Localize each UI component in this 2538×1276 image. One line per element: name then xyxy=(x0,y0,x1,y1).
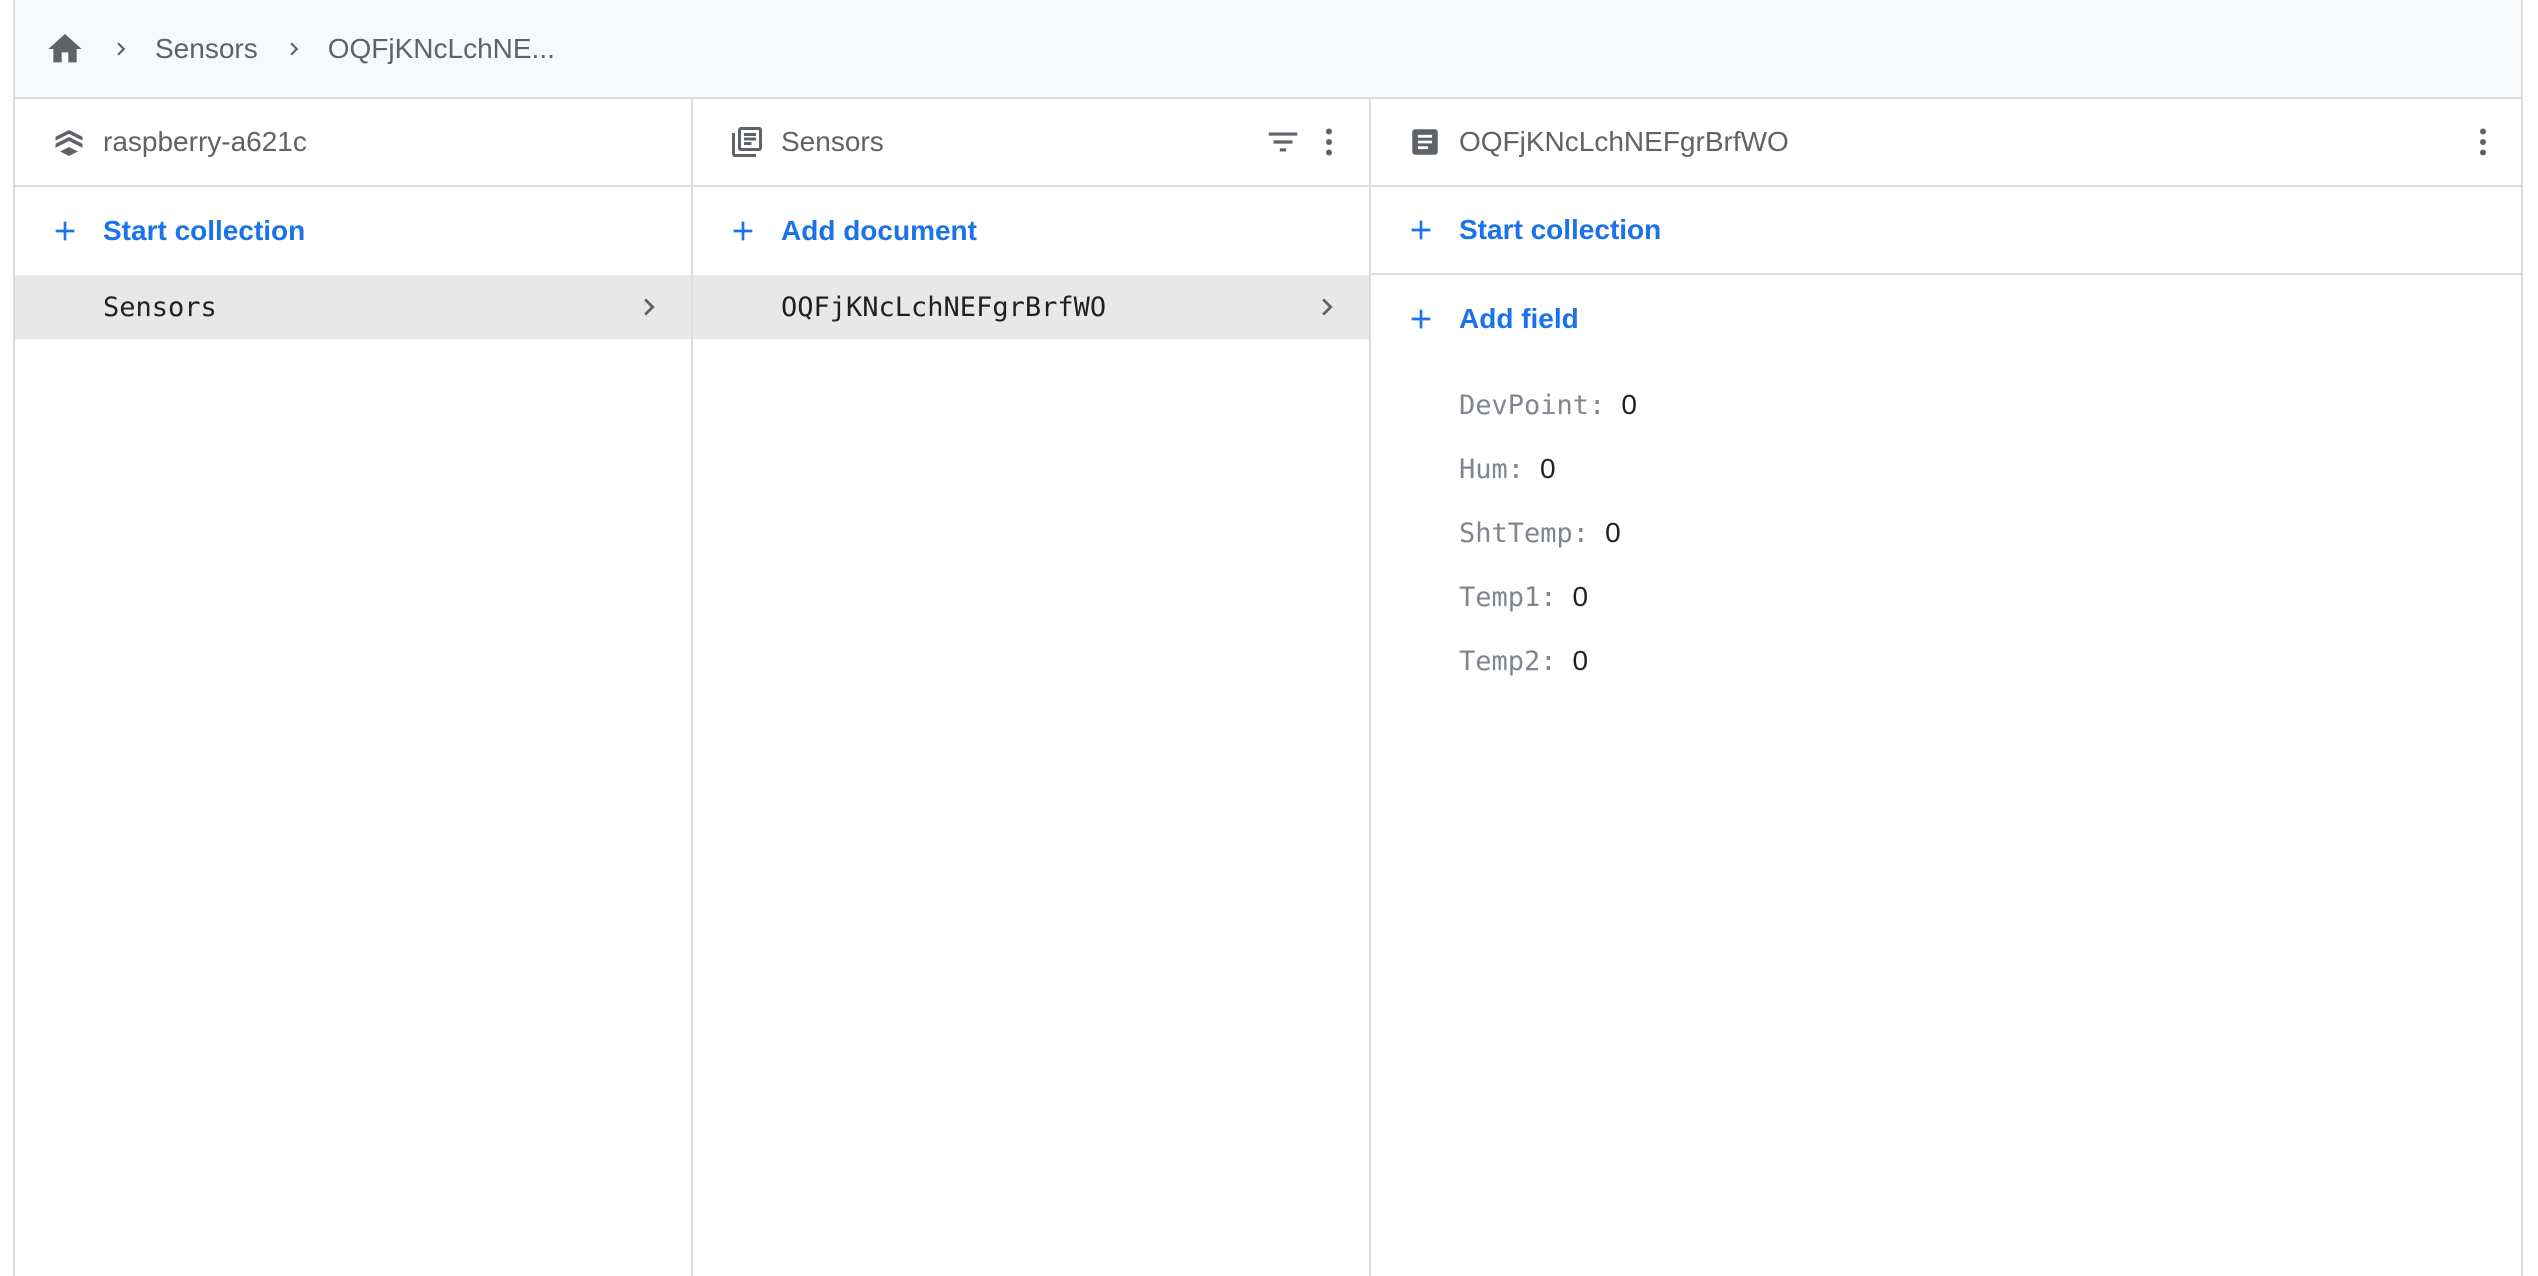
field-list: DevPoint: 0 Hum: 0 ShtTemp: 0 Temp1: 0 T… xyxy=(1371,363,2523,693)
chevron-right-icon xyxy=(629,287,669,327)
field-colon: : xyxy=(1507,453,1525,485)
list-item-document[interactable]: OQFjKNcLchNEFgrBrfWO xyxy=(693,275,1369,339)
add-field-button[interactable]: Add field xyxy=(1371,275,2523,363)
add-document-button[interactable]: Add document xyxy=(693,187,1369,275)
field-row-hum[interactable]: Hum: 0 xyxy=(1459,437,2523,501)
collection-column-header: Sensors xyxy=(693,99,1369,187)
field-colon: : xyxy=(1572,517,1590,549)
start-collection-button[interactable]: Start collection xyxy=(1371,187,2523,275)
field-value: 0 xyxy=(1540,453,1556,484)
more-vert-icon[interactable] xyxy=(2463,122,2503,162)
field-row-shttemp[interactable]: ShtTemp: 0 xyxy=(1459,501,2523,565)
collection-column: Sensors Add document OQFjKNcLchNEFgrBrfW… xyxy=(693,99,1371,1276)
add-document-label: Add document xyxy=(781,215,977,246)
home-icon[interactable] xyxy=(45,29,85,69)
document-title: OQFjKNcLchNEFgrBrfWO xyxy=(1459,126,1789,157)
field-key: Temp1 xyxy=(1459,581,1541,613)
plus-icon xyxy=(45,211,85,251)
field-key: ShtTemp xyxy=(1459,517,1573,549)
field-key: Hum xyxy=(1459,453,1508,485)
field-row-temp1[interactable]: Temp1: 0 xyxy=(1459,565,2523,629)
list-item-sensors[interactable]: Sensors xyxy=(15,275,691,339)
plus-icon xyxy=(1401,299,1441,339)
breadcrumb: Sensors OQFjKNcLchNE... xyxy=(15,0,2521,99)
field-colon: : xyxy=(1540,645,1557,677)
list-item-label: Sensors xyxy=(103,291,217,323)
field-row-devpoint[interactable]: DevPoint: 0 xyxy=(1459,373,2523,437)
field-value: 0 xyxy=(1572,581,1589,612)
breadcrumb-item-document[interactable]: OQFjKNcLchNE... xyxy=(328,33,555,65)
field-row-temp2[interactable]: Temp2: 0 xyxy=(1459,629,2523,693)
chevron-right-icon xyxy=(1307,287,1347,327)
start-collection-label: Start collection xyxy=(103,215,306,246)
chevron-right-icon xyxy=(101,29,141,69)
more-vert-icon[interactable] xyxy=(1309,122,1349,162)
collection-title: Sensors xyxy=(781,126,884,157)
breadcrumb-item-sensors[interactable]: Sensors xyxy=(155,33,258,65)
document-column-header: OQFjKNcLchNEFgrBrfWO xyxy=(1371,99,2523,187)
field-colon: : xyxy=(1540,581,1557,613)
start-collection-button[interactable]: Start collection xyxy=(15,187,691,275)
field-key: DevPoint xyxy=(1459,389,1590,421)
project-title: raspberry-a621c xyxy=(103,126,307,157)
list-item-label: OQFjKNcLchNEFgrBrfWO xyxy=(781,291,1107,323)
document-column: OQFjKNcLchNEFgrBrfWO Start collection Ad… xyxy=(1371,99,2523,1276)
root-column: raspberry-a621c Start collection Sensors xyxy=(15,99,693,1276)
firestore-layers-icon xyxy=(49,122,89,162)
field-value: 0 xyxy=(1605,517,1621,548)
field-key: Temp2 xyxy=(1459,645,1541,677)
add-field-label: Add field xyxy=(1459,303,1579,334)
collection-stack-icon xyxy=(727,122,767,162)
start-collection-label: Start collection xyxy=(1459,214,1662,245)
plus-icon xyxy=(1401,210,1441,250)
root-column-header: raspberry-a621c xyxy=(15,99,691,187)
filter-icon[interactable] xyxy=(1263,122,1303,162)
firestore-data-panel: Sensors OQFjKNcLchNE... raspberry-a621c … xyxy=(13,0,2523,1276)
field-value: 0 xyxy=(1621,389,1637,420)
chevron-right-icon xyxy=(274,29,314,69)
plus-icon xyxy=(723,211,763,251)
document-icon xyxy=(1405,122,1445,162)
field-colon: : xyxy=(1589,389,1606,421)
field-value: 0 xyxy=(1572,645,1589,676)
